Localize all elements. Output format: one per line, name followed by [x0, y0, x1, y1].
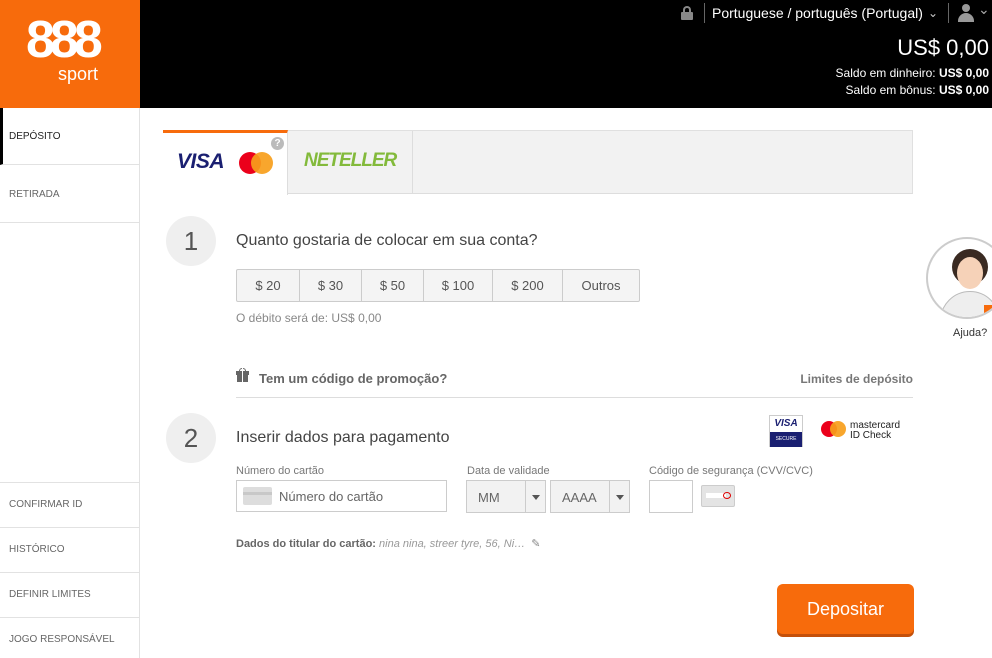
gift-icon: [236, 368, 249, 382]
visa-logo: VISA: [177, 150, 225, 173]
debit-amount-text: O débito será de: US$ 0,00: [236, 311, 382, 325]
step2-title: Inserir dados para pagamento: [236, 429, 450, 446]
bonus-balance-label: Saldo em bônus:: [845, 83, 936, 97]
balance-total: US$ 0,00: [897, 35, 989, 60]
amount-option[interactable]: $ 50: [362, 270, 424, 301]
step-number: 2: [166, 413, 216, 463]
chevron-down-icon[interactable]: ⌄: [928, 6, 938, 20]
sidebar-item-history[interactable]: HISTÓRICO: [0, 527, 139, 572]
cash-balance-label: Saldo em dinheiro:: [835, 66, 936, 80]
support-agent-avatar[interactable]: [926, 237, 992, 319]
pencil-icon[interactable]: ✎: [531, 537, 540, 550]
sidebar-item-responsible-gaming[interactable]: JOGO RESPONSÁVEL: [0, 617, 139, 658]
cardholder-label: Dados do titular do cartão:: [236, 538, 376, 550]
sidebar-item-confirm-id[interactable]: CONFIRMAR ID: [0, 482, 139, 527]
cardholder-value: nina nina, streer tyre, 56, Ni…: [379, 538, 526, 550]
language-selector[interactable]: Portuguese / português (Portugal): [712, 5, 923, 21]
sidebar-item-deposit[interactable]: DEPÓSITO: [0, 108, 139, 165]
logo-sub: sport: [58, 64, 99, 84]
visa-secure-bottom: SECURE: [770, 432, 802, 447]
expiry-month-select[interactable]: MM: [466, 480, 546, 513]
card-number-label: Número do cartão: [236, 465, 325, 477]
visa-secure-top: VISA: [774, 418, 798, 429]
cardholder-details: Dados do titular do cartão: nina nina, s…: [236, 537, 540, 550]
bonus-balance-value: US$ 0,00: [938, 83, 989, 97]
chevron-down-icon: [609, 481, 629, 512]
mastercard-id-text: mastercard ID Check: [850, 421, 900, 441]
amount-option[interactable]: $ 100: [424, 270, 493, 301]
user-icon[interactable]: [958, 4, 974, 22]
cash-balance-value: US$ 0,00: [938, 66, 989, 80]
logo-number: 888: [26, 11, 103, 69]
credit-card-icon: [243, 487, 272, 505]
card-number-field[interactable]: [236, 480, 447, 512]
divider: [948, 3, 949, 23]
deposit-button[interactable]: Depositar: [777, 584, 914, 634]
expiry-month-value: MM: [478, 490, 500, 505]
chevron-down-icon: [525, 481, 545, 512]
cvv-hint-icon: [701, 485, 735, 507]
amount-option[interactable]: $ 20: [237, 270, 300, 301]
tab-neteller[interactable]: NETELLER: [288, 131, 413, 194]
card-number-input[interactable]: [279, 481, 444, 511]
lock-icon: [681, 6, 693, 20]
expiry-year-value: AAAA: [562, 490, 597, 505]
expiry-label: Data de validade: [467, 465, 550, 477]
help-label[interactable]: Ajuda?: [953, 327, 987, 339]
amount-option-other[interactable]: Outros: [563, 270, 639, 301]
id-check-label: ID Check: [850, 430, 892, 441]
amount-option[interactable]: $ 30: [300, 270, 362, 301]
neteller-logo: NETELLER: [304, 150, 397, 171]
sidebar: DEPÓSITO RETIRADA CONFIRMAR ID HISTÓRICO…: [0, 108, 140, 658]
amount-option[interactable]: $ 200: [493, 270, 563, 301]
bonus-balance: Saldo em bônus: US$ 0,00: [846, 83, 989, 97]
mastercard-logo-icon: [239, 152, 273, 174]
cash-balance: Saldo em dinheiro: US$ 0,00: [836, 66, 989, 80]
amount-options: $ 20 $ 30 $ 50 $ 100 $ 200 Outros: [236, 269, 640, 302]
promo-code-link[interactable]: Tem um código de promoção?: [259, 371, 447, 386]
expiry-year-select[interactable]: AAAA: [550, 480, 630, 513]
step-number: 1: [166, 216, 216, 266]
cvv-label: Código de segurança (CVV/CVC): [649, 465, 813, 477]
cvv-input[interactable]: [649, 480, 693, 513]
visa-secure-logo: VISA SECURE: [769, 415, 803, 447]
step1-title: Quanto gostaria de colocar em sua conta?: [236, 232, 538, 249]
promo-row: Tem um código de promoção? Limites de de…: [236, 362, 913, 398]
mastercard-id-icon: [821, 421, 847, 437]
deposit-limits-link[interactable]: Limites de depósito: [800, 372, 913, 386]
sidebar-item-set-limits[interactable]: DEFINIR LIMITES: [0, 572, 139, 617]
help-widget[interactable]: Ajuda?: [925, 237, 992, 347]
divider: [704, 3, 705, 23]
user-menu-chevron-icon[interactable]: ⌄: [978, 1, 990, 18]
sidebar-item-withdraw[interactable]: RETIRADA: [0, 166, 139, 223]
tab-visa-mastercard[interactable]: VISA ?: [163, 130, 288, 195]
brand-logo[interactable]: 888 sport: [0, 0, 140, 108]
help-icon[interactable]: ?: [271, 137, 284, 150]
top-bar: Portuguese / português (Portugal) ⌄ ⌄ US…: [140, 0, 992, 108]
